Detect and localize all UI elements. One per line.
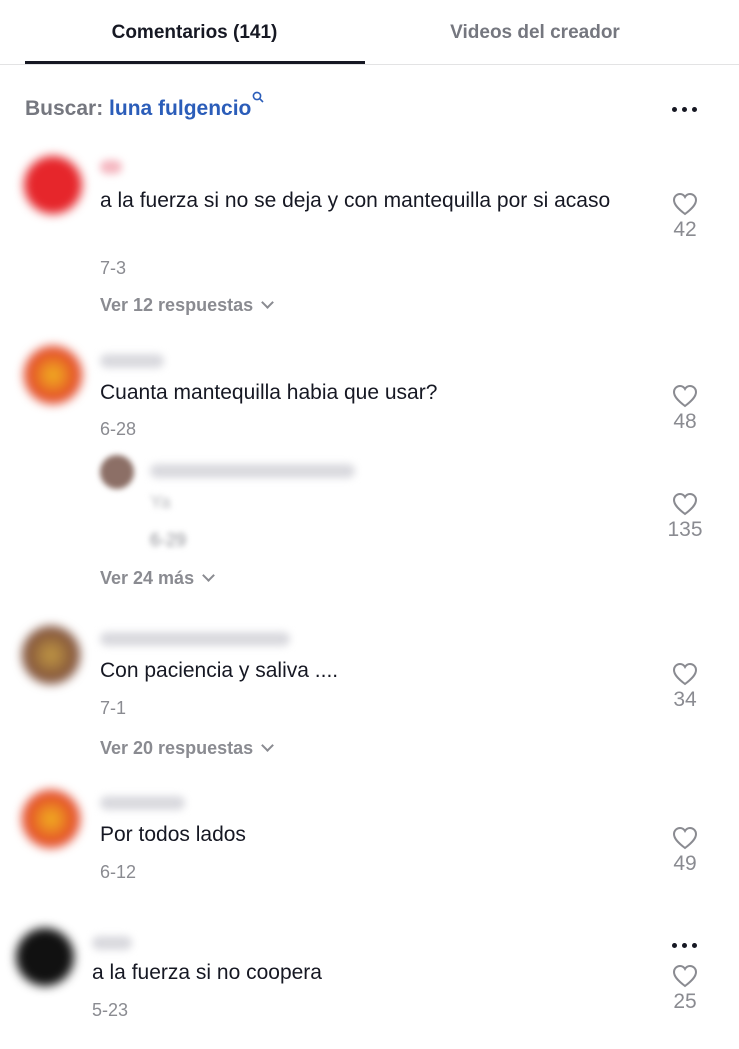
heart-icon [672, 662, 698, 686]
like-count: 48 [673, 410, 697, 433]
chevron-down-icon [261, 296, 274, 309]
like-button[interactable]: 34 [660, 662, 710, 712]
comment-text: a la fuerza si no coopera [92, 961, 322, 984]
comment-date: 6-28 [100, 419, 137, 439]
avatar[interactable] [16, 928, 74, 986]
like-count: 34 [673, 688, 697, 711]
avatar[interactable] [22, 790, 80, 848]
view-replies-button[interactable]: Ver 12 respuestas [100, 295, 274, 316]
comment-date: 6-12 [100, 862, 137, 882]
active-tab-indicator [25, 61, 365, 64]
view-replies-label: Ver 12 respuestas [100, 295, 254, 315]
more-options-icon[interactable] [670, 104, 700, 114]
like-count: 49 [673, 852, 697, 875]
comment-date: 5-23 [92, 1000, 129, 1020]
comment-more-options-icon[interactable] [670, 940, 700, 950]
username[interactable] [92, 936, 132, 950]
username[interactable] [100, 160, 122, 174]
view-more-replies-button[interactable]: Ver 24 más [100, 568, 215, 589]
tab-creator-videos[interactable]: Videos del creador [389, 22, 681, 44]
heart-icon [672, 384, 698, 408]
tab-bar: Comentarios (141) Videos del creador [0, 0, 739, 65]
like-count: 25 [673, 990, 697, 1013]
search-term-link[interactable]: luna fulgencio [109, 97, 251, 120]
like-button[interactable]: 42 [660, 192, 710, 242]
username[interactable] [100, 796, 185, 810]
reply-date: 6-29 [150, 530, 187, 550]
view-replies-label: Ver 24 más [100, 568, 195, 588]
like-count: 135 [667, 518, 703, 541]
heart-icon [672, 192, 698, 216]
reply-username[interactable] [150, 464, 355, 478]
view-replies-button[interactable]: Ver 20 respuestas [100, 738, 274, 759]
like-button[interactable]: 48 [660, 384, 710, 434]
chevron-down-icon [202, 569, 215, 582]
reply-avatar[interactable] [100, 455, 134, 489]
heart-icon [672, 492, 698, 516]
comment-text: Con paciencia y saliva .... [100, 659, 339, 682]
view-replies-label: Ver 20 respuestas [100, 738, 254, 758]
like-button[interactable]: 25 [660, 964, 710, 1014]
reply-like-button[interactable]: 135 [660, 492, 710, 542]
tab-comments[interactable]: Comentarios (141) [0, 22, 389, 44]
search-row: Buscar: luna fulgencio [25, 91, 264, 121]
like-button[interactable]: 49 [660, 826, 710, 876]
search-icon[interactable] [252, 91, 264, 103]
search-label: Buscar: [25, 97, 104, 120]
username[interactable] [100, 632, 290, 646]
avatar[interactable] [22, 626, 80, 684]
comment-text: a la fuerza si no se deja y con mantequi… [100, 189, 611, 212]
like-count: 42 [673, 218, 697, 241]
comment-date: 7-1 [100, 698, 127, 718]
chevron-down-icon [261, 739, 274, 752]
comment-text: Cuanta mantequilla habia que usar? [100, 381, 438, 404]
heart-icon [672, 964, 698, 988]
avatar[interactable] [24, 346, 82, 404]
heart-icon [672, 826, 698, 850]
avatar[interactable] [24, 156, 82, 214]
comment-date: 7-3 [100, 258, 127, 278]
reply-text: Ya [150, 492, 171, 512]
username[interactable] [100, 354, 164, 368]
comment-text: Por todos lados [100, 823, 246, 846]
